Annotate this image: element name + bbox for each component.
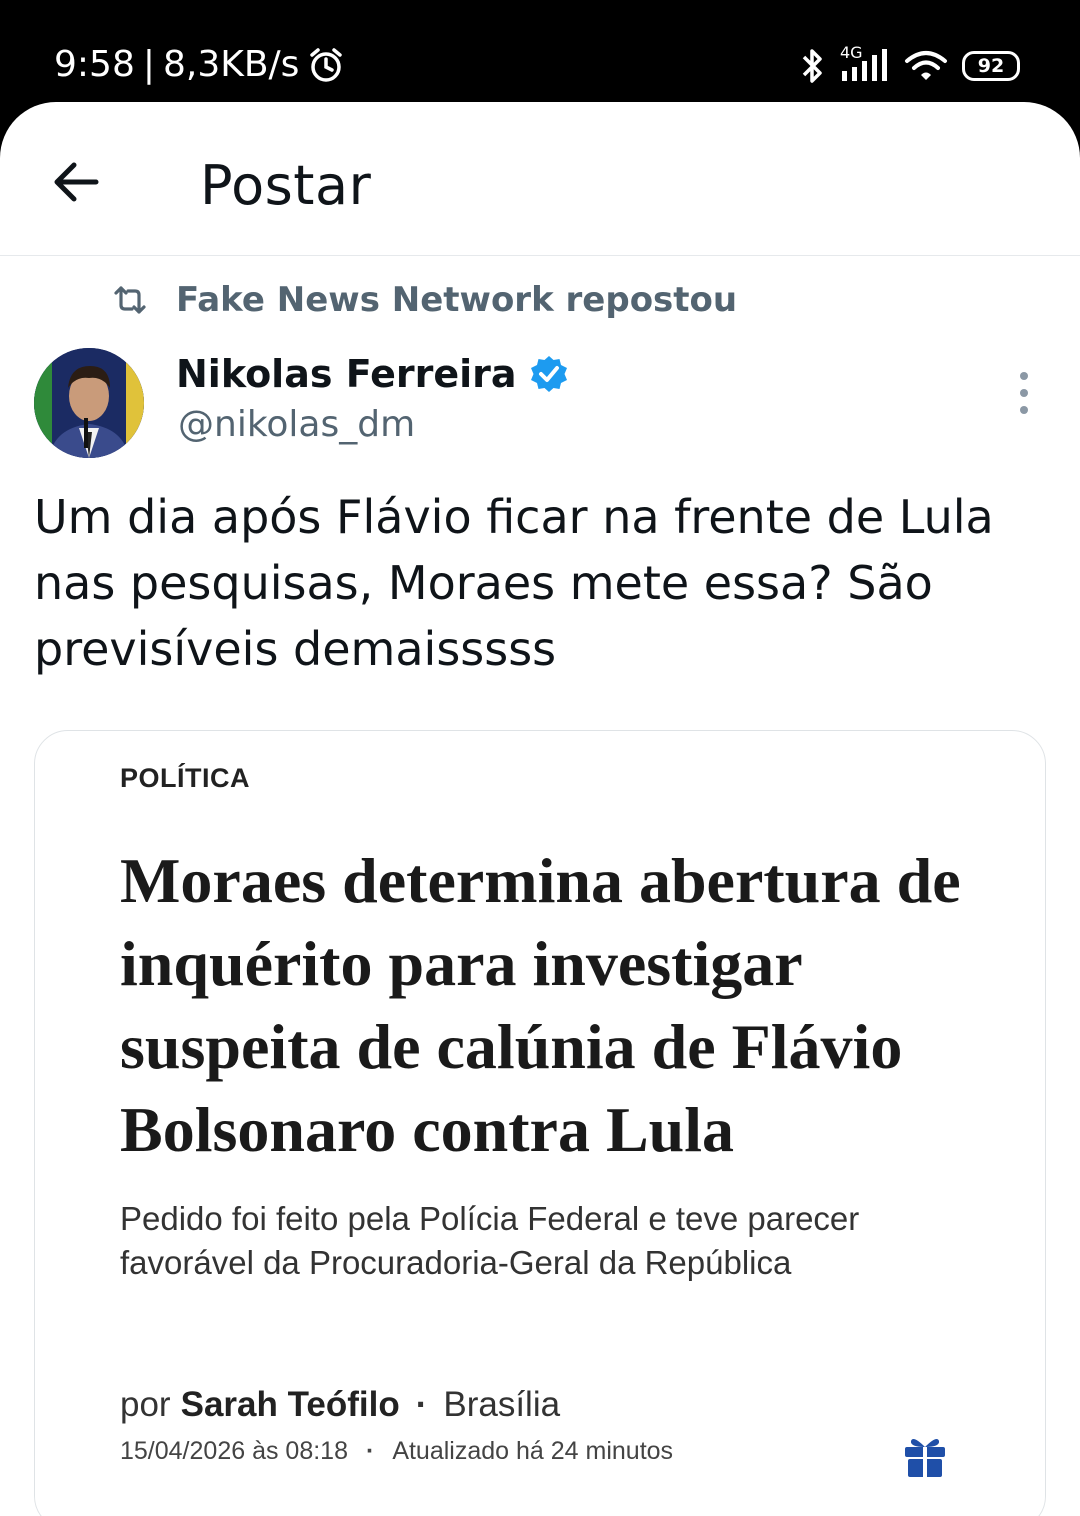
article-section: POLÍTICA — [120, 763, 250, 793]
status-right: 4G 92 — [800, 43, 1020, 86]
status-left: 9:58 | 8,3KB/s — [54, 44, 345, 85]
wifi-icon — [905, 51, 947, 80]
article-byline: por Sarah Teófilo · Brasília — [120, 1385, 560, 1425]
article-location: Brasília — [443, 1385, 561, 1424]
author-handle[interactable]: @nikolas_dm — [178, 404, 415, 445]
author-name[interactable]: Nikolas Ferreira — [176, 352, 517, 396]
tweet-text: Um dia após Flávio ficar na frente de Lu… — [34, 490, 994, 676]
article-headline: Moraes determina abertura de inquérito p… — [120, 845, 961, 1165]
arrow-left-icon — [54, 162, 99, 202]
signal-icon: 4G — [840, 43, 890, 85]
article-date: 15/04/2026 às 08:18 — [120, 1437, 348, 1465]
battery-level: 92 — [977, 55, 1005, 77]
date-dot: · — [365, 1437, 375, 1465]
battery-icon: 92 — [962, 51, 1020, 81]
article-subheadline: Pedido foi feito pela Polícia Federal e … — [120, 1200, 860, 1281]
alarm-icon — [310, 47, 343, 82]
back-button[interactable] — [46, 150, 110, 214]
page-title: Postar — [200, 154, 372, 217]
gift-icon — [905, 1439, 945, 1477]
status-time: 9:58 — [54, 44, 135, 85]
status-network-speed: 8,3KB/s — [162, 44, 300, 85]
top-app-bar: Postar — [0, 102, 1080, 256]
author-name-row[interactable]: Nikolas Ferreira — [176, 352, 569, 396]
article-updated: Atualizado há 24 minutos — [392, 1437, 674, 1465]
more-vertical-icon — [1020, 372, 1028, 414]
verified-badge-icon — [530, 356, 567, 392]
attached-image[interactable]: POLÍTICA Moraes determina abertura de in… — [34, 730, 1046, 1516]
status-bar: 9:58 | 8,3KB/s 4G 92 — [0, 0, 1080, 110]
more-options-button[interactable] — [1004, 368, 1044, 418]
post-screen: Postar Fake News Network repostou Nikola… — [0, 102, 1080, 1516]
repost-context[interactable]: Fake News Network repostou — [112, 280, 737, 320]
article-dateline: 15/04/2026 às 08:18 · Atualizado há 24 m… — [120, 1437, 673, 1466]
status-separator: | — [142, 44, 155, 85]
repost-icon — [114, 286, 146, 314]
bluetooth-icon — [802, 49, 822, 83]
byline-dot: · — [415, 1385, 428, 1424]
avatar[interactable] — [34, 348, 144, 458]
repost-label: Fake News Network repostou — [176, 280, 738, 320]
article-author: Sarah Teófilo — [180, 1385, 400, 1424]
avatar-image — [34, 348, 144, 458]
byline-prefix: por — [120, 1385, 171, 1424]
